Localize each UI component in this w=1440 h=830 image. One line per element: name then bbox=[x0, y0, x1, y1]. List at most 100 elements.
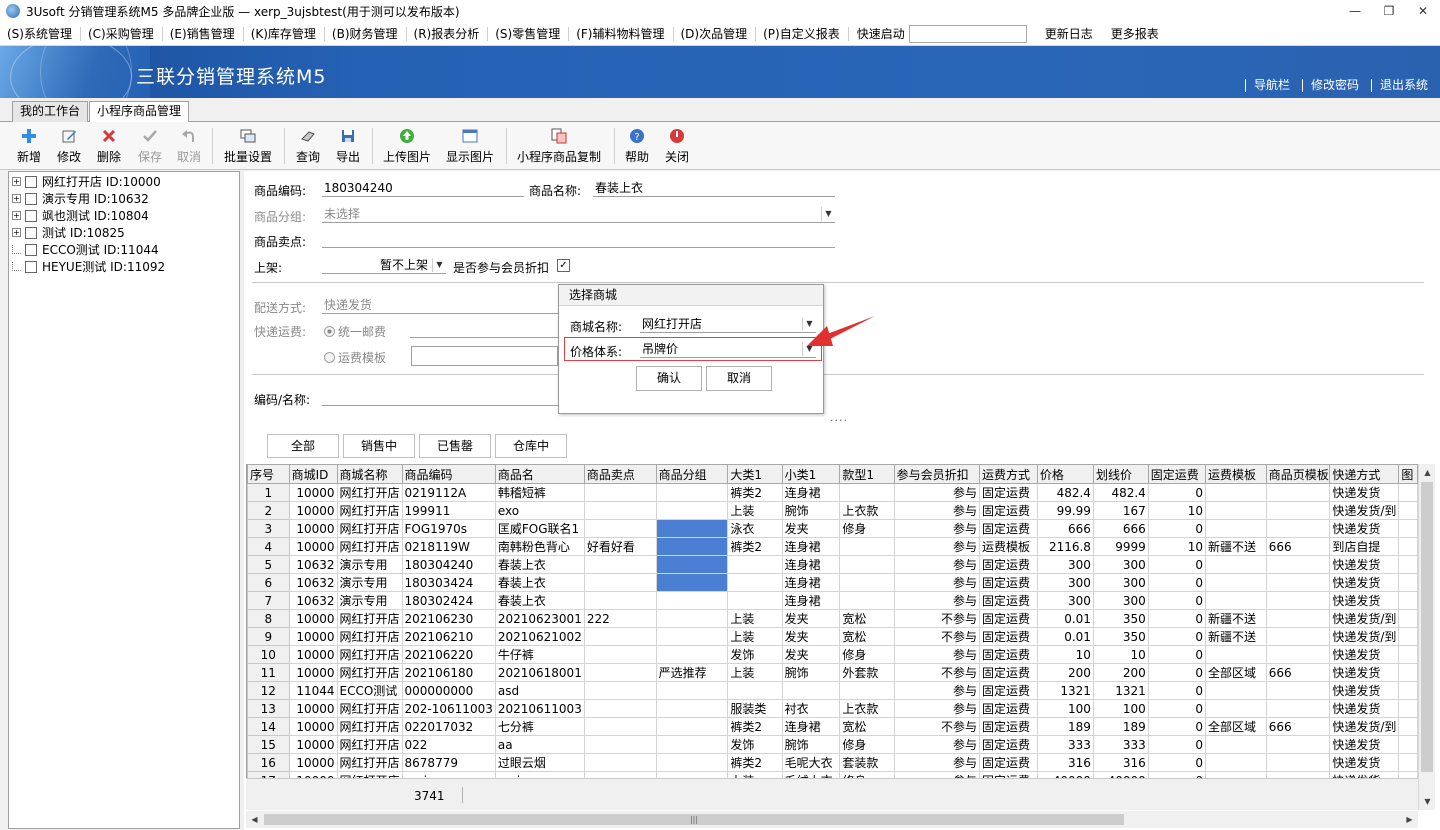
tab-workbench[interactable]: 我的工作台 bbox=[12, 101, 89, 122]
tree-checkbox[interactable] bbox=[25, 175, 37, 188]
table-cell[interactable]: 固定运费 bbox=[979, 519, 1038, 538]
table-cell[interactable]: 9999 bbox=[1092, 537, 1149, 556]
table-cell[interactable]: FOG1970s bbox=[401, 519, 496, 538]
table-cell[interactable]: 演示专用 bbox=[336, 591, 403, 610]
table-cell[interactable]: 200 bbox=[1036, 663, 1094, 682]
table-cell[interactable]: 固定运费 bbox=[979, 555, 1038, 574]
table-cell[interactable]: 10000 bbox=[288, 537, 338, 556]
table-cell[interactable]: 不参与 bbox=[893, 663, 981, 682]
table-cell[interactable]: 快递发货 bbox=[1329, 645, 1400, 664]
table-cell[interactable]: 腕饰 bbox=[781, 663, 841, 682]
table-cell[interactable] bbox=[583, 645, 657, 664]
table-cell[interactable]: 0 bbox=[1147, 681, 1207, 700]
column-header[interactable]: 大类1 bbox=[727, 464, 783, 484]
table-cell[interactable] bbox=[1398, 555, 1418, 574]
table-cell[interactable]: 300 bbox=[1092, 591, 1149, 610]
table-cell[interactable]: 0 bbox=[1147, 645, 1207, 664]
table-cell[interactable]: 11 bbox=[247, 663, 290, 682]
product-group-select[interactable]: 未选择 ▼ bbox=[322, 206, 835, 223]
table-cell[interactable] bbox=[655, 627, 729, 646]
table-cell[interactable] bbox=[655, 501, 729, 520]
table-cell[interactable] bbox=[1398, 519, 1418, 538]
table-cell[interactable] bbox=[1398, 753, 1418, 772]
confirm-button[interactable]: 确认 bbox=[636, 366, 702, 391]
table-cell[interactable]: 10000 bbox=[288, 483, 338, 502]
table-cell[interactable] bbox=[1265, 591, 1331, 610]
table-cell[interactable]: 参与 bbox=[893, 483, 981, 502]
table-cell[interactable]: 333 bbox=[1036, 735, 1094, 754]
table-cell[interactable]: 202106220 bbox=[401, 645, 496, 664]
table-cell[interactable]: 快递发货 bbox=[1329, 483, 1400, 502]
table-cell[interactable]: 350 bbox=[1092, 627, 1149, 646]
table-cell[interactable]: 10000 bbox=[288, 663, 338, 682]
nav-bar-link[interactable]: 导航栏 bbox=[1244, 79, 1296, 92]
chevron-down-icon[interactable]: ▼ bbox=[821, 207, 835, 221]
table-cell[interactable]: 裤类2 bbox=[727, 717, 783, 736]
table-cell[interactable]: 2116.8 bbox=[1036, 537, 1094, 556]
table-cell[interactable]: 0 bbox=[1147, 591, 1207, 610]
table-cell[interactable]: 裤类2 bbox=[727, 753, 783, 772]
table-cell[interactable]: 泳衣 bbox=[727, 519, 783, 538]
table-cell[interactable]: 网红打开店 bbox=[336, 753, 403, 772]
table-cell[interactable] bbox=[1398, 591, 1418, 610]
table-cell[interactable]: 严选推荐 bbox=[655, 663, 729, 682]
column-header[interactable]: 商品分组 bbox=[655, 464, 729, 484]
table-cell[interactable] bbox=[1205, 681, 1267, 700]
table-cell[interactable]: 毛呢大衣 bbox=[781, 753, 841, 772]
table-cell[interactable] bbox=[655, 555, 729, 574]
table-cell[interactable]: 网红打开店 bbox=[336, 537, 403, 556]
table-cell[interactable]: 宽松 bbox=[839, 717, 895, 736]
table-cell[interactable]: 3 bbox=[247, 519, 290, 538]
table-row[interactable]: 2 10000 网红打开店 199911 exo 上装 腕饰 上衣款 参与 固定运费 99.99 16… bbox=[247, 501, 1418, 520]
table-cell[interactable]: 演示专用 bbox=[336, 555, 403, 574]
table-cell[interactable]: 0 bbox=[1147, 699, 1207, 718]
table-cell[interactable]: 春装上衣 bbox=[494, 591, 585, 610]
table-cell[interactable]: 300 bbox=[1036, 591, 1094, 610]
table-cell[interactable] bbox=[1398, 573, 1418, 592]
scroll-down-icon[interactable]: ▼ bbox=[1419, 793, 1436, 810]
table-cell[interactable] bbox=[1205, 573, 1267, 592]
table-cell[interactable]: 不参与 bbox=[893, 609, 981, 628]
table-cell[interactable]: 网红打开店 bbox=[336, 645, 403, 664]
table-cell[interactable]: 发饰 bbox=[727, 735, 783, 754]
table-cell[interactable]: 666 bbox=[1265, 537, 1331, 556]
table-cell[interactable] bbox=[839, 483, 895, 502]
column-header[interactable]: 快递方式 bbox=[1329, 464, 1400, 484]
table-cell[interactable] bbox=[583, 753, 657, 772]
table-cell[interactable] bbox=[1398, 663, 1418, 682]
table-cell[interactable]: 快递发货 bbox=[1329, 753, 1400, 772]
table-cell[interactable]: 演示专用 bbox=[336, 573, 403, 592]
table-cell[interactable]: 牛仔裤 bbox=[494, 645, 585, 664]
table-cell[interactable]: 固定运费 bbox=[979, 627, 1038, 646]
table-cell[interactable]: 180303424 bbox=[401, 573, 496, 592]
column-header[interactable]: 商品名 bbox=[494, 464, 585, 484]
table-cell[interactable]: 固定运费 bbox=[979, 501, 1038, 520]
table-cell[interactable]: 202-10611003 bbox=[401, 699, 496, 718]
table-cell[interactable] bbox=[583, 699, 657, 718]
table-row[interactable]: 4 10000 网红打开店 0218119W 南韩粉色背心 好看好看 裤类2 连身裙 参与 运费模… bbox=[247, 537, 1418, 556]
table-cell[interactable] bbox=[839, 555, 895, 574]
shelf-select[interactable]: 暂不上架 ▼ bbox=[322, 257, 446, 274]
table-cell[interactable] bbox=[1398, 609, 1418, 628]
column-header[interactable]: 固定运费 bbox=[1147, 464, 1207, 484]
table-cell[interactable] bbox=[839, 573, 895, 592]
table-row[interactable]: 9 10000 网红打开店 202106210 20210621002 上装 发夹 宽松 不参与… bbox=[247, 627, 1418, 646]
table-cell[interactable]: 全部区域 bbox=[1205, 663, 1267, 682]
column-header[interactable]: 商城ID bbox=[288, 464, 338, 484]
table-cell[interactable]: 0 bbox=[1147, 573, 1207, 592]
table-cell[interactable]: 上装 bbox=[727, 663, 783, 682]
menu-materials[interactable]: (F)辅料物料管理 bbox=[569, 26, 674, 41]
table-cell[interactable] bbox=[1265, 609, 1331, 628]
chevron-down-icon[interactable]: ▼ bbox=[432, 258, 446, 272]
tree-checkbox[interactable] bbox=[25, 192, 37, 205]
table-cell[interactable]: asd bbox=[494, 681, 585, 700]
table-cell[interactable]: 快递发货/到 bbox=[1329, 627, 1400, 646]
table-cell[interactable]: 202106230 bbox=[401, 609, 496, 628]
table-cell[interactable]: 固定运费 bbox=[979, 735, 1038, 754]
table-row[interactable]: 15 10000 网红打开店 022 aa 发饰 腕饰 修身 参与 固定运费 333 333 0 快递发货 bbox=[247, 735, 1418, 754]
table-cell[interactable]: 参与 bbox=[893, 501, 981, 520]
tree-checkbox[interactable] bbox=[25, 260, 37, 273]
table-cell[interactable] bbox=[583, 717, 657, 736]
table-cell[interactable] bbox=[727, 681, 783, 700]
table-cell[interactable] bbox=[1265, 699, 1331, 718]
